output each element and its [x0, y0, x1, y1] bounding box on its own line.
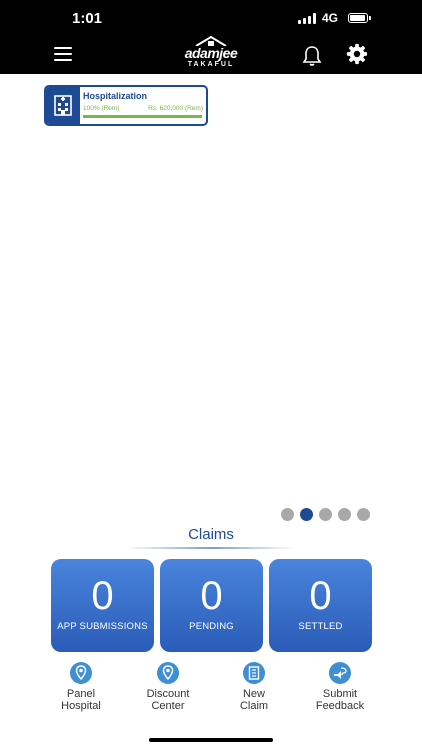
new-claim-label-line2: Claim: [239, 700, 269, 712]
discount-center-label-line2: Center: [151, 700, 185, 712]
feedback-icon: [329, 662, 351, 684]
submit-feedback-label-line2: Feedback: [315, 700, 365, 712]
submit-feedback-action[interactable]: Submit Feedback: [298, 662, 382, 712]
hospitalization-coverage-card[interactable]: Hospitalization 100% (Rem) Rs. 620,000 (…: [44, 85, 208, 126]
discount-center-action[interactable]: Discount Center: [126, 662, 210, 712]
submit-feedback-label-line1: Submit: [322, 688, 358, 700]
logo-subtext: TAKAFUL: [187, 61, 235, 68]
discount-center-label-line1: Discount: [146, 688, 190, 700]
pending-tile[interactable]: 0 PENDING: [160, 559, 263, 652]
signal-icon: [297, 12, 316, 24]
coverage-progress-fill: [83, 115, 202, 118]
new-claim-action[interactable]: New Claim: [212, 662, 296, 712]
status-bar: 1:01 4G: [0, 0, 422, 34]
status-indicators: 4G: [297, 11, 371, 25]
app-submissions-tile[interactable]: 0 APP SUBMISSIONS: [51, 559, 154, 652]
coverage-progress-bar: [83, 115, 202, 118]
card-icon-box: [46, 87, 80, 124]
new-claim-label-line1: New: [242, 688, 265, 700]
battery-icon: [348, 13, 371, 23]
claim-form-icon: [243, 662, 265, 684]
pager-dot[interactable]: [319, 508, 332, 521]
bell-icon[interactable]: [302, 45, 322, 67]
location-pin-icon: [70, 662, 92, 684]
app-submissions-label: APP SUBMISSIONS: [57, 621, 148, 632]
claims-section-title: Claims: [188, 526, 234, 543]
pager-dot[interactable]: [300, 508, 313, 521]
home-indicator[interactable]: [149, 738, 273, 742]
pending-label: PENDING: [189, 621, 234, 632]
adamjee-takaful-logo: adamjee TAKAFUL: [180, 36, 242, 70]
app-header: adamjee TAKAFUL: [0, 34, 422, 74]
card-percent-remaining: 100% (Rem): [83, 105, 120, 112]
panel-hospital-label-line2: Hospital: [61, 700, 101, 712]
hamburger-menu-icon[interactable]: [54, 47, 72, 61]
pending-count: 0: [200, 574, 223, 618]
app-submissions-count: 0: [91, 574, 114, 618]
gear-icon[interactable]: [346, 43, 368, 65]
settled-tile[interactable]: 0 SETTLED: [269, 559, 372, 652]
pager-dot[interactable]: [338, 508, 351, 521]
card-amount-remaining: Rs. 620,000 (Rem): [148, 105, 203, 112]
network-type: 4G: [321, 11, 338, 25]
panel-hospital-action[interactable]: Panel Hospital: [39, 662, 123, 712]
carousel-pager: [281, 508, 370, 521]
status-time: 1:01: [72, 10, 103, 27]
hospital-icon: [54, 95, 72, 116]
settled-label: SETTLED: [298, 621, 343, 632]
location-pin-icon: [157, 662, 179, 684]
card-title: Hospitalization: [83, 91, 148, 101]
pager-dot[interactable]: [357, 508, 370, 521]
logo-text: adamjee: [184, 45, 238, 61]
pager-dot[interactable]: [281, 508, 294, 521]
panel-hospital-label-line1: Panel: [66, 688, 96, 700]
claims-title-divider: [125, 547, 297, 549]
settled-count: 0: [309, 574, 332, 618]
